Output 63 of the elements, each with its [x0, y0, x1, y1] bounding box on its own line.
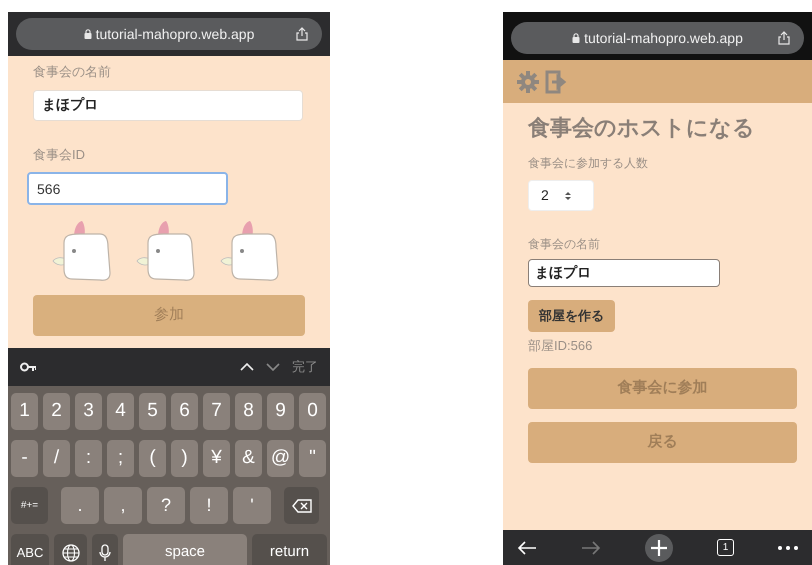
lock-icon — [572, 33, 580, 43]
keyboard-key[interactable]: " — [299, 440, 326, 477]
microphone-icon — [99, 544, 111, 562]
keyboard-key[interactable]: ( — [139, 440, 166, 477]
url-text: tutorial-mahopro.web.app — [96, 24, 254, 44]
keyboard-key[interactable]: 3 — [75, 393, 102, 430]
address-bar[interactable]: tutorial-mahopro.web.app — [511, 22, 804, 54]
globe-icon — [62, 544, 80, 562]
room-id-text: 部屋ID:566 — [528, 337, 594, 355]
keyboard-key[interactable]: 5 — [139, 393, 166, 430]
keyboard-key[interactable]: 9 — [267, 393, 294, 430]
text-field[interactable]: まほプロ — [33, 90, 303, 120]
keyboard-key[interactable]: / — [43, 440, 70, 477]
tabs-button[interactable]: 1 — [717, 539, 734, 556]
done-button[interactable]: 完了 — [292, 357, 318, 377]
new-tab-icon[interactable] — [645, 534, 673, 562]
keyboard-key[interactable]: 4 — [107, 393, 134, 430]
keyboard-key[interactable]: . — [61, 487, 99, 524]
back-arrow-icon[interactable] — [517, 540, 537, 554]
text-field[interactable]: 566 — [27, 172, 228, 205]
field-label: 食事会の名前 — [528, 236, 601, 253]
return-key[interactable]: return — [252, 534, 327, 565]
keyboard-key[interactable]: 1 — [11, 393, 38, 430]
key-icon — [20, 362, 36, 372]
keyboard-key[interactable]: , — [104, 487, 142, 524]
keyboard-key[interactable]: 7 — [203, 393, 230, 430]
share-icon — [778, 31, 790, 45]
url-text: tutorial-mahopro.web.app — [584, 28, 743, 48]
field-label: 食事会の名前 — [33, 63, 112, 81]
backspace-key[interactable] — [284, 487, 319, 524]
keyboard-key[interactable]: ' — [233, 487, 271, 524]
keyboard-key[interactable]: ! — [190, 487, 228, 524]
updown-icon — [564, 190, 571, 200]
keyboard-key[interactable]: 6 — [171, 393, 198, 430]
address-bar[interactable]: tutorial-mahopro.web.app — [16, 18, 322, 50]
number-select[interactable]: 2 — [528, 180, 594, 211]
keyboard-key[interactable]: - — [11, 440, 38, 477]
chevron-down-icon[interactable] — [266, 363, 280, 371]
keyboard-key[interactable]: ) — [171, 440, 198, 477]
share-icon — [296, 27, 308, 41]
more-icon[interactable] — [778, 546, 798, 550]
space-key[interactable]: space — [123, 534, 247, 565]
text-field[interactable]: まほプロ — [528, 259, 720, 287]
page-title: 食事会のホストになる — [528, 114, 756, 142]
keyboard-key[interactable]: ABC — [11, 534, 49, 565]
lock-icon — [84, 29, 92, 39]
microphone-key[interactable] — [92, 534, 118, 565]
keyboard-key[interactable]: ? — [147, 487, 185, 524]
keyboard-key[interactable]: ¥ — [203, 440, 230, 477]
field-label: 食事会ID — [33, 146, 86, 164]
backspace-icon — [292, 498, 312, 512]
create-room-button[interactable]: 部屋を作る — [528, 300, 615, 332]
keyboard-key[interactable]: 2 — [43, 393, 70, 430]
keyboard-key[interactable]: 0 — [299, 393, 326, 430]
keyboard-key[interactable]: : — [75, 440, 102, 477]
keyboard-key[interactable]: ; — [107, 440, 134, 477]
keyboard-key[interactable]: 8 — [235, 393, 262, 430]
keyboard-key[interactable]: & — [235, 440, 262, 477]
globe-key[interactable] — [54, 534, 87, 565]
keyboard-key[interactable]: #+= — [11, 487, 48, 524]
field-label: 食事会に参加する人数 — [528, 155, 649, 172]
chevron-up-icon[interactable] — [240, 363, 254, 371]
keyboard-key[interactable]: @ — [267, 440, 294, 477]
